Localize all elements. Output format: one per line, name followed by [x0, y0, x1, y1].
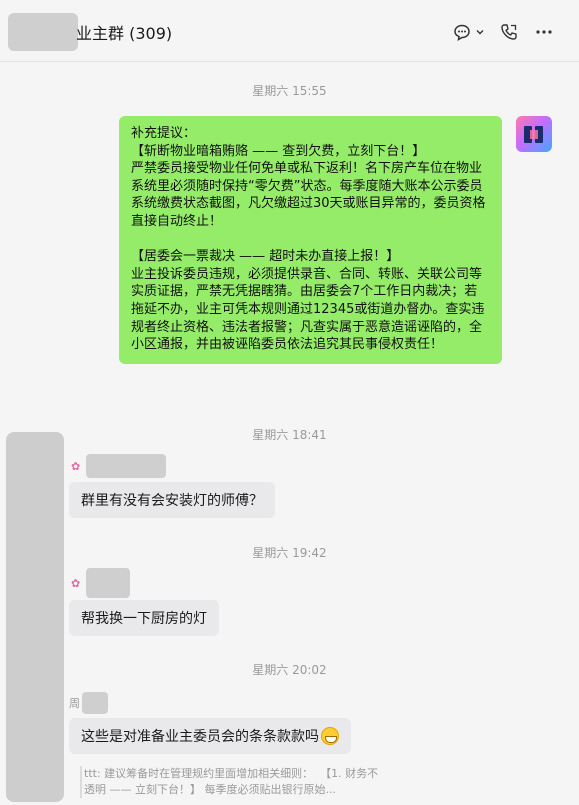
self-avatar[interactable] — [516, 116, 552, 152]
quoted-message-preview[interactable]: ttt: 建议筹备时在管理规约里面增加相关细则： 【1. 财务不透明 —— 立刻… — [80, 766, 380, 798]
sender-label: ✿ — [71, 454, 167, 478]
tulip-icon: ✿ — [71, 576, 81, 590]
app-logo-icon — [524, 126, 543, 143]
more-options-button[interactable] — [532, 20, 556, 44]
phone-icon — [501, 24, 517, 40]
call-button[interactable] — [497, 20, 521, 44]
chat-menu-button[interactable] — [448, 20, 488, 44]
sender-label: 周 — [69, 692, 108, 714]
other-message-bubble[interactable]: 群里有没有会安装灯的师傅？ — [69, 482, 275, 518]
chat-header: 业主群 (309) — [0, 0, 579, 62]
sender-name-blurred — [86, 454, 167, 478]
sender-label: ✿ — [71, 568, 131, 598]
chat-title-text: 业主群 (309) — [76, 24, 173, 43]
timestamp: 星期六 15:55 — [252, 84, 327, 98]
chevron-down-icon — [476, 30, 483, 35]
timestamp: 星期六 20:02 — [252, 663, 327, 677]
sender-name-prefix: 周 — [69, 697, 80, 710]
other-message-bubble[interactable]: 这些是对准备业主委员会的条条款款吗 — [69, 718, 351, 754]
sender-name-blurred — [82, 692, 108, 714]
timestamp: 星期六 18:41 — [252, 428, 327, 442]
more-icon — [536, 30, 552, 34]
message-list[interactable]: 星期六 15:55 补充提议： 【斩断物业暗箱贿赂 —— 查到欠费，立刻下台！】… — [0, 62, 579, 805]
chat-title[interactable]: 业主群 (309) — [76, 20, 172, 44]
tulip-icon: ✿ — [71, 459, 81, 473]
group-avatar-blurred[interactable] — [8, 13, 78, 51]
sender-name-blurred — [86, 568, 131, 598]
timestamp: 星期六 19:42 — [252, 546, 327, 560]
self-message-bubble[interactable]: 补充提议： 【斩断物业暗箱贿赂 —— 查到欠费，立刻下台！】 严禁委员接受物业任… — [119, 116, 502, 364]
sender-avatars-blurred[interactable] — [6, 432, 64, 802]
other-message-bubble[interactable]: 帮我换一下厨房的灯 — [69, 600, 219, 636]
message-text: 这些是对准备业主委员会的条条款款吗 — [81, 729, 319, 745]
grin-emoji-icon — [321, 727, 339, 745]
chat-bubble-icon — [453, 24, 470, 41]
